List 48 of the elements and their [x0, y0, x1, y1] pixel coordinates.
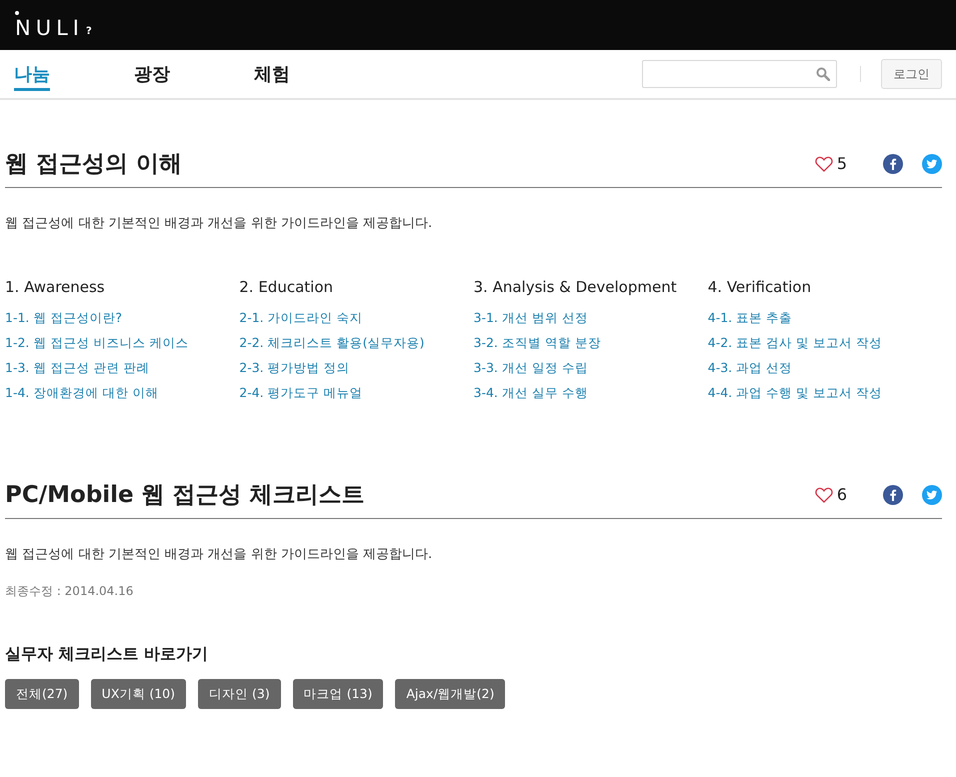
guide-link[interactable]: 1-2. 웹 접근성 비즈니스 케이스 [5, 330, 188, 355]
category-button[interactable]: 마크업 (13) [292, 679, 384, 709]
category-button[interactable]: UX기획 (10) [90, 679, 186, 709]
column-heading: 1. Awareness [5, 278, 105, 296]
heart-icon[interactable] [814, 486, 833, 502]
guide-link[interactable]: 1-3. 웹 접근성 관련 판례 [5, 355, 150, 380]
guide-link[interactable]: 1-1. 웹 접근성이란? [5, 305, 122, 330]
guide-link[interactable]: 3-1. 개선 범위 선정 [474, 305, 588, 330]
guide-link[interactable]: 4-1. 표본 추출 [708, 305, 792, 330]
like-count: 6 [836, 485, 847, 504]
search-field[interactable] [642, 60, 837, 88]
subsection-heading: 실무자 체크리스트 바로가기 [5, 644, 210, 665]
column-heading: 2. Education [239, 278, 334, 296]
section-description: 웹 접근성에 대한 기본적인 배경과 개선을 위한 가이드라인을 제공합니다. [5, 215, 434, 232]
section-title: 웹 접근성의 이해 [5, 150, 182, 179]
login-button[interactable]: 로그인 [881, 59, 942, 89]
guide-link[interactable]: 2-3. 평가방법 정의 [239, 355, 350, 380]
section-title: PC/Mobile 웹 접근성 체크리스트 [5, 481, 365, 510]
section-description: 웹 접근성에 대한 기본적인 배경과 개선을 위한 가이드라인을 제공합니다. [5, 546, 434, 563]
guide-link[interactable]: 4-3. 과업 선정 [708, 355, 792, 380]
guide-link[interactable]: 4-2. 표본 검사 및 보고서 작성 [708, 330, 882, 355]
guide-link[interactable]: 2-1. 가이드라인 숙지 [239, 305, 363, 330]
category-button[interactable]: 전체(27) [5, 679, 79, 709]
guide-link[interactable]: 1-4. 장애환경에 대한 이해 [5, 380, 158, 405]
guide-link[interactable]: 3-2. 조직별 역할 분장 [474, 330, 601, 355]
logo[interactable]: NULI [15, 17, 84, 39]
guide-link[interactable]: 3-3. 개선 일정 수립 [474, 355, 588, 380]
column-heading: 4. Verification [708, 278, 812, 296]
category-button[interactable]: 디자인 (3) [198, 679, 281, 709]
category-button[interactable]: Ajax/웹개발(2) [395, 679, 506, 709]
heart-icon[interactable] [814, 156, 833, 172]
help-mark[interactable]: ? [86, 26, 92, 37]
twitter-icon[interactable] [922, 484, 942, 504]
facebook-icon[interactable] [883, 154, 903, 174]
logo-dot-icon [15, 11, 19, 15]
twitter-icon[interactable] [922, 154, 942, 174]
nav-tab[interactable]: 광장 [134, 58, 170, 90]
guide-link[interactable]: 4-4. 과업 수행 및 보고서 작성 [708, 380, 882, 405]
guide-link[interactable]: 2-2. 체크리스트 활용(실무자용) [239, 330, 424, 355]
column-heading: 3. Analysis & Development [474, 278, 677, 296]
facebook-icon[interactable] [883, 484, 903, 504]
last-modified-date: 최종수정 : 2014.04.16 [5, 583, 134, 600]
like-count: 5 [836, 154, 847, 173]
nav-tab[interactable]: 체험 [254, 58, 290, 90]
nav-tab[interactable]: 나눔 [14, 58, 50, 90]
search-icon[interactable] [816, 67, 830, 81]
guide-link[interactable]: 2-4. 평가도구 메뉴얼 [239, 380, 363, 405]
guide-link[interactable]: 3-4. 개선 실무 수행 [474, 380, 588, 405]
